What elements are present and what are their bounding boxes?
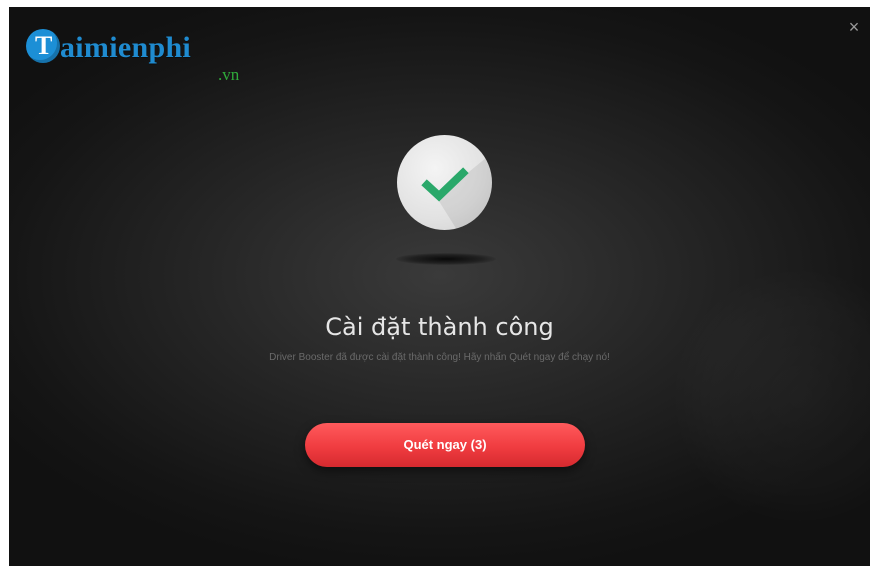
status-subtitle: Driver Booster đã được cài đặt thành côn… [269, 352, 610, 363]
logo-mark-icon: T [26, 29, 60, 63]
close-icon: × [848, 17, 860, 37]
watermark-logo: T aimienphi .vn [26, 27, 256, 91]
logo-mark-letter: T [35, 31, 53, 60]
success-badge [397, 135, 492, 230]
installer-window: × T aimienphi .vn Cài đặt thành công Dri… [9, 7, 870, 566]
status-title: Cài đặt thành công [325, 313, 554, 341]
success-circle [397, 135, 492, 230]
close-button[interactable]: × [844, 17, 864, 37]
logo-text: aimienphi [60, 31, 192, 64]
logo-domain: .vn [218, 65, 240, 84]
scan-now-button[interactable]: Quét ngay (3) [305, 423, 585, 467]
screenshot-frame: × T aimienphi .vn Cài đặt thành công Dri… [0, 0, 870, 575]
checkmark-icon [421, 153, 492, 230]
badge-shadow [396, 253, 496, 265]
